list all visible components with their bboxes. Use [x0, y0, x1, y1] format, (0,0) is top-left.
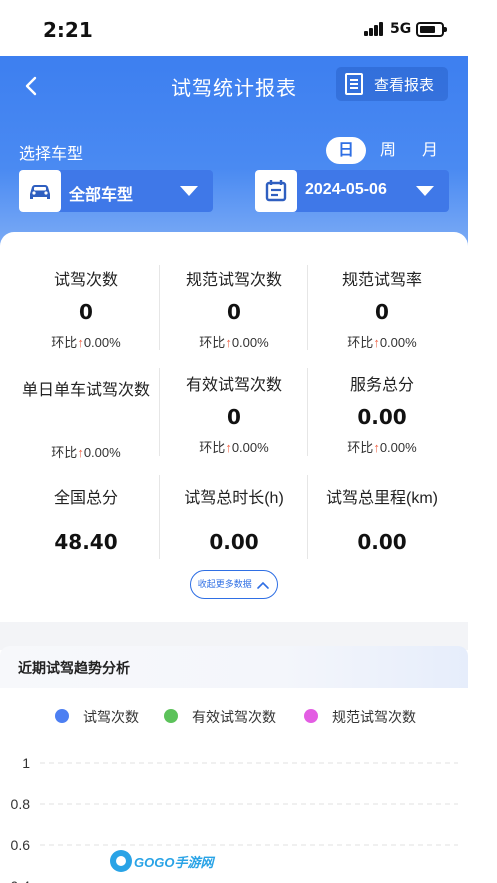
stat-compare: 环比↑0.00% [199, 335, 269, 350]
trend-title: 近期试驾趋势分析 [18, 660, 130, 676]
collapse-label: 收起更多数据 [197, 579, 252, 589]
period-tabs: 日 周 月 [326, 137, 454, 164]
car-icon [19, 170, 61, 212]
calendar-icon [255, 170, 297, 212]
stat-compare: 环比↑0.00% [51, 335, 121, 350]
view-report-button[interactable]: 查看报表 [336, 67, 448, 101]
chevron-down-icon [180, 186, 198, 196]
stat-label: 服务总分 [349, 377, 414, 394]
chevron-up-icon [257, 581, 270, 589]
stat-value: 0 [375, 300, 389, 324]
stat-compare: 环比↑0.00% [199, 440, 269, 455]
tab-week[interactable]: 周 [368, 137, 408, 164]
stat-label: 规范试驾率 [341, 272, 422, 289]
y-tick-label: 1 [22, 755, 30, 771]
date-value: 2024-05-06 [305, 181, 387, 198]
legend-label: 试驾次数 [83, 709, 139, 725]
car-model-value: 全部车型 [69, 187, 134, 204]
tab-day[interactable]: 日 [326, 137, 366, 164]
watermark-text: GOGO手游网 [134, 855, 214, 870]
chart-legend: 试驾次数 有效试驾次数 规范试驾次数 [0, 706, 468, 730]
legend-label: 有效试驾次数 [192, 709, 276, 725]
stat-label: 试驾次数 [53, 272, 118, 289]
stat-label: 全国总分 [53, 490, 118, 507]
stat-total-duration: 试驾总时长(h) 0.00 [160, 484, 308, 554]
battery-icon [416, 22, 447, 37]
y-tick-label: 0.4 [11, 878, 31, 883]
stat-standard-drive-rate: 规范试驾率 0 环比↑0.00% [308, 266, 456, 351]
y-tick-label: 0.6 [11, 837, 31, 853]
stat-national-score: 全国总分 48.40 [12, 484, 160, 554]
car-model-dropdown[interactable]: 全部车型 [19, 170, 213, 212]
stat-value: 0.00 [357, 405, 407, 429]
stat-total-mileage: 试驾总里程(km) 0.00 [308, 484, 456, 554]
stat-label: 有效试驾次数 [185, 377, 282, 394]
report-icon [345, 73, 363, 95]
stat-service-score: 服务总分 0.00 环比↑0.00% [308, 371, 456, 456]
trend-header: 近期试驾趋势分析 [0, 646, 468, 688]
legend-label: 规范试驾次数 [332, 709, 416, 725]
signal-icon [364, 22, 384, 36]
date-dropdown[interactable]: 2024-05-06 [255, 170, 449, 212]
chevron-left-icon [25, 76, 37, 96]
stat-value: 48.40 [54, 530, 118, 554]
select-car-label: 选择车型 [19, 146, 84, 163]
stat-value: 0.00 [357, 530, 407, 554]
y-tick-label: 0.8 [11, 796, 31, 812]
trend-chart: 1 0.8 0.6 0.4 [11, 755, 458, 883]
back-button[interactable] [18, 72, 46, 100]
stat-value [12, 410, 160, 434]
stat-valid-drive-count: 有效试驾次数 0 环比↑0.00% [160, 371, 308, 456]
chevron-down-icon [416, 186, 434, 196]
stat-label: 单日单车试驾次数 [21, 382, 150, 399]
stat-compare: 环比↑0.00% [347, 335, 417, 350]
stat-value: 0 [227, 300, 241, 324]
legend-dot [304, 709, 318, 723]
stat-value: 0 [79, 300, 93, 324]
status-time: 2:21 [43, 18, 93, 42]
view-report-label: 查看报表 [374, 77, 435, 94]
legend-dot [164, 709, 178, 723]
stat-standard-drive-count: 规范试驾次数 0 环比↑0.00% [160, 266, 308, 351]
stat-value: 0 [227, 405, 241, 429]
stat-compare: 环比↑0.00% [51, 445, 121, 460]
stat-value: 0.00 [209, 530, 259, 554]
legend-dot [55, 709, 69, 723]
stat-single-car-daily-count: 单日单车试驾次数 环比↑0.00% [12, 376, 160, 461]
stat-label: 试驾总里程(km) [326, 490, 438, 507]
stat-compare: 环比↑0.00% [347, 440, 417, 455]
tab-month[interactable]: 月 [410, 137, 450, 164]
network-type: 5G [390, 21, 412, 37]
stat-label: 试驾总时长(h) [184, 490, 284, 507]
stat-test-drive-count: 试驾次数 0 环比↑0.00% [12, 266, 160, 351]
watermark-icon [110, 850, 132, 872]
collapse-more-data-button[interactable]: 收起更多数据 [190, 570, 278, 599]
status-bar: 2:21 5G [0, 0, 468, 56]
stat-label: 规范试驾次数 [185, 272, 282, 289]
